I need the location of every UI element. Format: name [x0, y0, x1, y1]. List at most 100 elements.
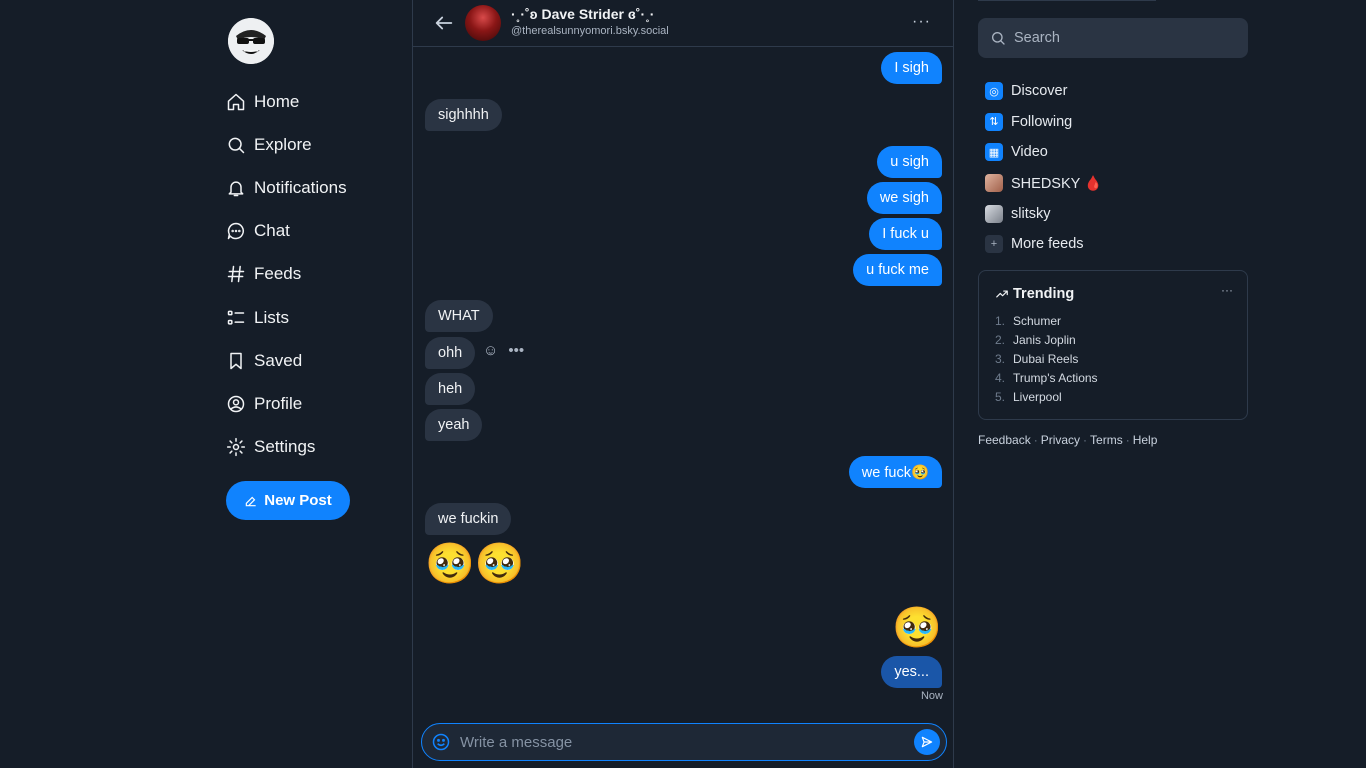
feed-item-following[interactable]: ⇅ Following [985, 107, 1102, 138]
trending-icon [996, 290, 1008, 298]
trending-topic: Liverpool [1013, 389, 1062, 404]
trending-card: Trending ··· 1. Schumer 2. Janis Joplin 3.… [978, 270, 1248, 420]
trending-item[interactable]: 5. Liverpool [995, 387, 1098, 406]
feed-item-shedsky[interactable]: SHEDSKY 🩸 [985, 168, 1102, 199]
feed-label: SHEDSKY 🩸 [1011, 175, 1103, 192]
trending-item[interactable]: 3. Dubai Reels [995, 349, 1098, 368]
feed-label: Video [1011, 144, 1048, 161]
message-input[interactable] [460, 730, 900, 754]
user-circle-icon [226, 394, 246, 414]
message-bubble-mine[interactable]: we fuck🥹 [848, 456, 942, 488]
emoji-message-mine[interactable]: 🥹 [892, 605, 942, 651]
following-icon: ⇅ [985, 112, 1003, 131]
feed-label: slitsky [1011, 205, 1051, 222]
trending-topic: Trump's Actions [1013, 370, 1098, 385]
emoji-picker-icon[interactable] [431, 732, 451, 752]
emoji-message-theirs[interactable]: 🥹🥹 [425, 541, 525, 587]
bell-icon [226, 178, 246, 198]
footer-link-feedback[interactable]: Feedback [978, 433, 1031, 447]
footer-link-help[interactable]: Help [1133, 433, 1158, 447]
feed-item-video[interactable]: ▦ Video [985, 137, 1102, 168]
more-actions-icon[interactable]: ••• [508, 342, 524, 359]
divider [978, 0, 1156, 1]
feed-label: Following [1011, 113, 1073, 130]
conversation-name[interactable]: ·˳·˚ʚ Dave Strider ɞ˚·˳· [511, 6, 654, 22]
conversation-avatar[interactable] [465, 5, 501, 41]
message-bubble-theirs[interactable]: sighhhh [425, 99, 502, 131]
back-arrow-icon[interactable] [433, 12, 455, 34]
conversation-handle: @therealsunnyomori.bsky.social [511, 25, 669, 37]
plus-icon: + [985, 235, 1003, 254]
bookmark-icon [226, 351, 246, 371]
feed-list: ◎ Discover ⇅ Following ▦ Video SHEDSKY 🩸… [985, 76, 1102, 260]
message-composer [421, 723, 947, 761]
message-bubble-theirs[interactable]: WHAT [425, 300, 493, 332]
trending-rank: 4. [995, 370, 1006, 385]
search-icon [990, 30, 1006, 46]
discover-icon: ◎ [985, 82, 1003, 101]
send-button[interactable] [914, 729, 940, 755]
separator: · [1083, 433, 1088, 447]
nav-saved[interactable]: Saved [226, 339, 347, 382]
message-bubble-mine[interactable]: u fuck me [853, 254, 942, 286]
trending-rank: 1. [995, 313, 1006, 328]
nav-label: Settings [254, 437, 316, 457]
message-timestamp: Now [920, 690, 943, 702]
trending-heading: Trending [1013, 286, 1075, 302]
footer-link-privacy[interactable]: Privacy [1041, 433, 1080, 447]
trending-rank: 2. [995, 332, 1006, 347]
feed-label: More feeds [1011, 236, 1084, 253]
hash-icon [226, 264, 246, 284]
more-options-button[interactable]: ··· [912, 13, 931, 31]
message-bubble-theirs[interactable]: ohh [425, 337, 476, 369]
trending-topic: Dubai Reels [1013, 351, 1079, 366]
nav-explore[interactable]: Explore [226, 123, 347, 166]
message-bubble-theirs[interactable]: we fuckin [425, 503, 512, 535]
trending-topic: Janis Joplin [1013, 332, 1076, 347]
footer-links: Feedback · Privacy · Terms · Help [978, 433, 1157, 447]
feed-label: Discover [1011, 83, 1068, 100]
chat-panel: ·˳·˚ʚ Dave Strider ɞ˚·˳· @therealsunnyom… [412, 0, 954, 768]
feed-item-discover[interactable]: ◎ Discover [985, 76, 1102, 107]
search-input[interactable] [1014, 28, 1234, 48]
message-bubble-mine[interactable]: u sigh [877, 146, 942, 178]
nav-feeds[interactable]: Feeds [226, 253, 347, 296]
message-bubble-theirs[interactable]: heh [425, 373, 476, 405]
slitsky-avatar [985, 204, 1003, 223]
nav-lists[interactable]: Lists [226, 296, 347, 339]
video-icon: ▦ [985, 143, 1003, 162]
feed-item-more[interactable]: + More feeds [985, 229, 1102, 260]
trending-more-button[interactable]: ··· [1221, 283, 1233, 297]
nav-chat[interactable]: Chat [226, 210, 347, 253]
user-avatar[interactable] [228, 18, 274, 64]
nav-label: Notifications [254, 177, 347, 197]
message-bubble-mine[interactable]: yes... [881, 656, 942, 688]
nav-label: Chat [254, 221, 290, 241]
footer-link-terms[interactable]: Terms [1090, 433, 1123, 447]
trending-rank: 3. [995, 351, 1006, 366]
nav-home[interactable]: Home [226, 80, 347, 123]
message-bubble-theirs[interactable]: yeah [425, 409, 483, 441]
message-actions: ☺ ••• [483, 342, 524, 359]
message-bubble-mine[interactable]: I fuck u [869, 218, 942, 250]
message-bubble-mine[interactable]: I sigh [881, 52, 942, 84]
gear-icon [226, 437, 246, 457]
shedsky-avatar [985, 174, 1003, 193]
trending-rank: 5. [995, 389, 1006, 404]
search-box [978, 18, 1248, 58]
nav-profile[interactable]: Profile [226, 382, 347, 425]
nav-settings[interactable]: Settings [226, 426, 347, 469]
nav-notifications[interactable]: Notifications [226, 166, 347, 209]
trending-item[interactable]: 2. Janis Joplin [995, 330, 1098, 349]
message-bubble-mine[interactable]: we sigh [866, 182, 942, 214]
new-post-button[interactable]: New Post [226, 481, 350, 520]
nav-label: Profile [254, 393, 303, 413]
list-icon [226, 308, 246, 328]
trending-topic: Schumer [1013, 313, 1062, 328]
trending-item[interactable]: 1. Schumer [995, 311, 1098, 330]
compose-icon [245, 496, 256, 506]
emoji-reaction-icon[interactable]: ☺ [483, 342, 498, 359]
trending-item[interactable]: 4. Trump's Actions [995, 368, 1098, 387]
feed-item-slitsky[interactable]: slitsky [985, 198, 1102, 229]
nav-label: Home [254, 91, 300, 111]
